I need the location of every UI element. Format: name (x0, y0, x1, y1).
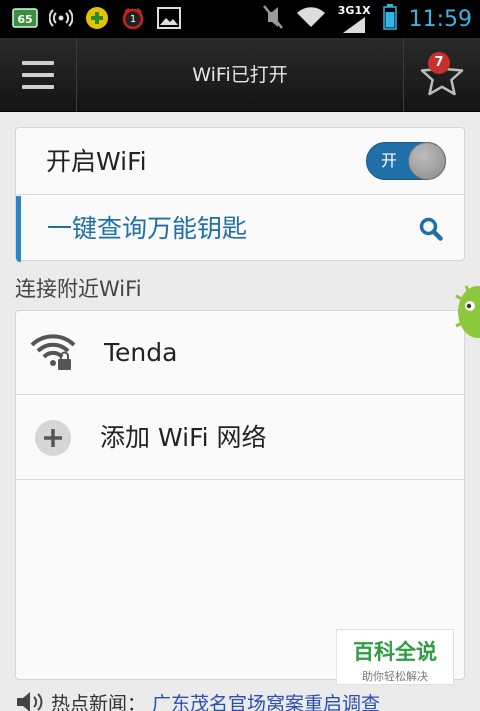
wifi-toggle-row: 开启WiFi 开 (16, 128, 464, 195)
hot-news-ticker[interactable]: 热点新闻： 广东茂名官场窝案重启调查 (15, 690, 415, 711)
plus-app-icon (84, 6, 110, 30)
status-bar: 65 1 3G1X 11:59 (0, 0, 480, 38)
wifi-lock-icon (30, 331, 76, 375)
alarm-icon: 1 (120, 6, 146, 30)
network-type-label: 3G1X (337, 3, 371, 17)
key-query-label: 一键查询万能钥匙 (47, 214, 248, 243)
add-icon (30, 416, 76, 460)
favorites-badge: 7 (428, 52, 450, 74)
page-title: WiFi已打开 (192, 64, 288, 86)
wifi-control-card: 开启WiFi 开 一键查询万能钥匙 (15, 127, 465, 262)
watermark-logo: 百科全说 助你轻松解决 (336, 629, 454, 685)
menu-icon-bar (22, 73, 54, 77)
nearby-wifi-section-title: 连接附近WiFi (15, 277, 142, 301)
news-label: 热点新闻： (51, 692, 147, 711)
toggle-knob[interactable] (408, 142, 446, 180)
favorites-button[interactable]: 7 (403, 38, 480, 112)
watermark-subtitle: 助你轻松解决 (362, 670, 428, 683)
mobile-signal-icon: 3G1X (338, 5, 371, 34)
mute-icon (262, 4, 284, 34)
menu-icon-bar (22, 85, 54, 89)
app-header: WiFi已打开 7 (0, 38, 480, 112)
network-ssid: Tenda (104, 338, 178, 367)
clock: 11:59 (408, 6, 472, 32)
watermark-title: 百科全说 (353, 640, 437, 664)
speaker-icon (17, 692, 43, 711)
mascot-icon[interactable] (452, 282, 480, 346)
add-network-label: 添加 WiFi 网络 (100, 423, 267, 452)
hotspot-icon (48, 6, 74, 30)
network-item-tenda[interactable]: Tenda (16, 311, 464, 395)
wifi-toggle-switch[interactable]: 开 (366, 142, 446, 180)
toggle-state-label: 开 (381, 151, 398, 170)
wifi-toggle-label: 开启WiFi (46, 147, 147, 176)
search-icon (419, 217, 443, 241)
alarm-count: 1 (129, 13, 137, 25)
nearby-networks-card: Tenda 添加 WiFi 网络 (15, 310, 465, 680)
menu-icon-bar (22, 61, 54, 65)
svg-text:65: 65 (17, 13, 32, 26)
app-notification-icon: 65 (12, 6, 38, 30)
wifi-signal-icon (296, 5, 326, 33)
key-query-button[interactable]: 一键查询万能钥匙 (16, 196, 464, 262)
image-icon (156, 6, 182, 30)
menu-button[interactable] (0, 38, 77, 112)
add-network-button[interactable]: 添加 WiFi 网络 (16, 396, 464, 480)
news-headline-link[interactable]: 广东茂名官场窝案重启调查 (152, 690, 380, 711)
battery-icon (382, 4, 397, 34)
